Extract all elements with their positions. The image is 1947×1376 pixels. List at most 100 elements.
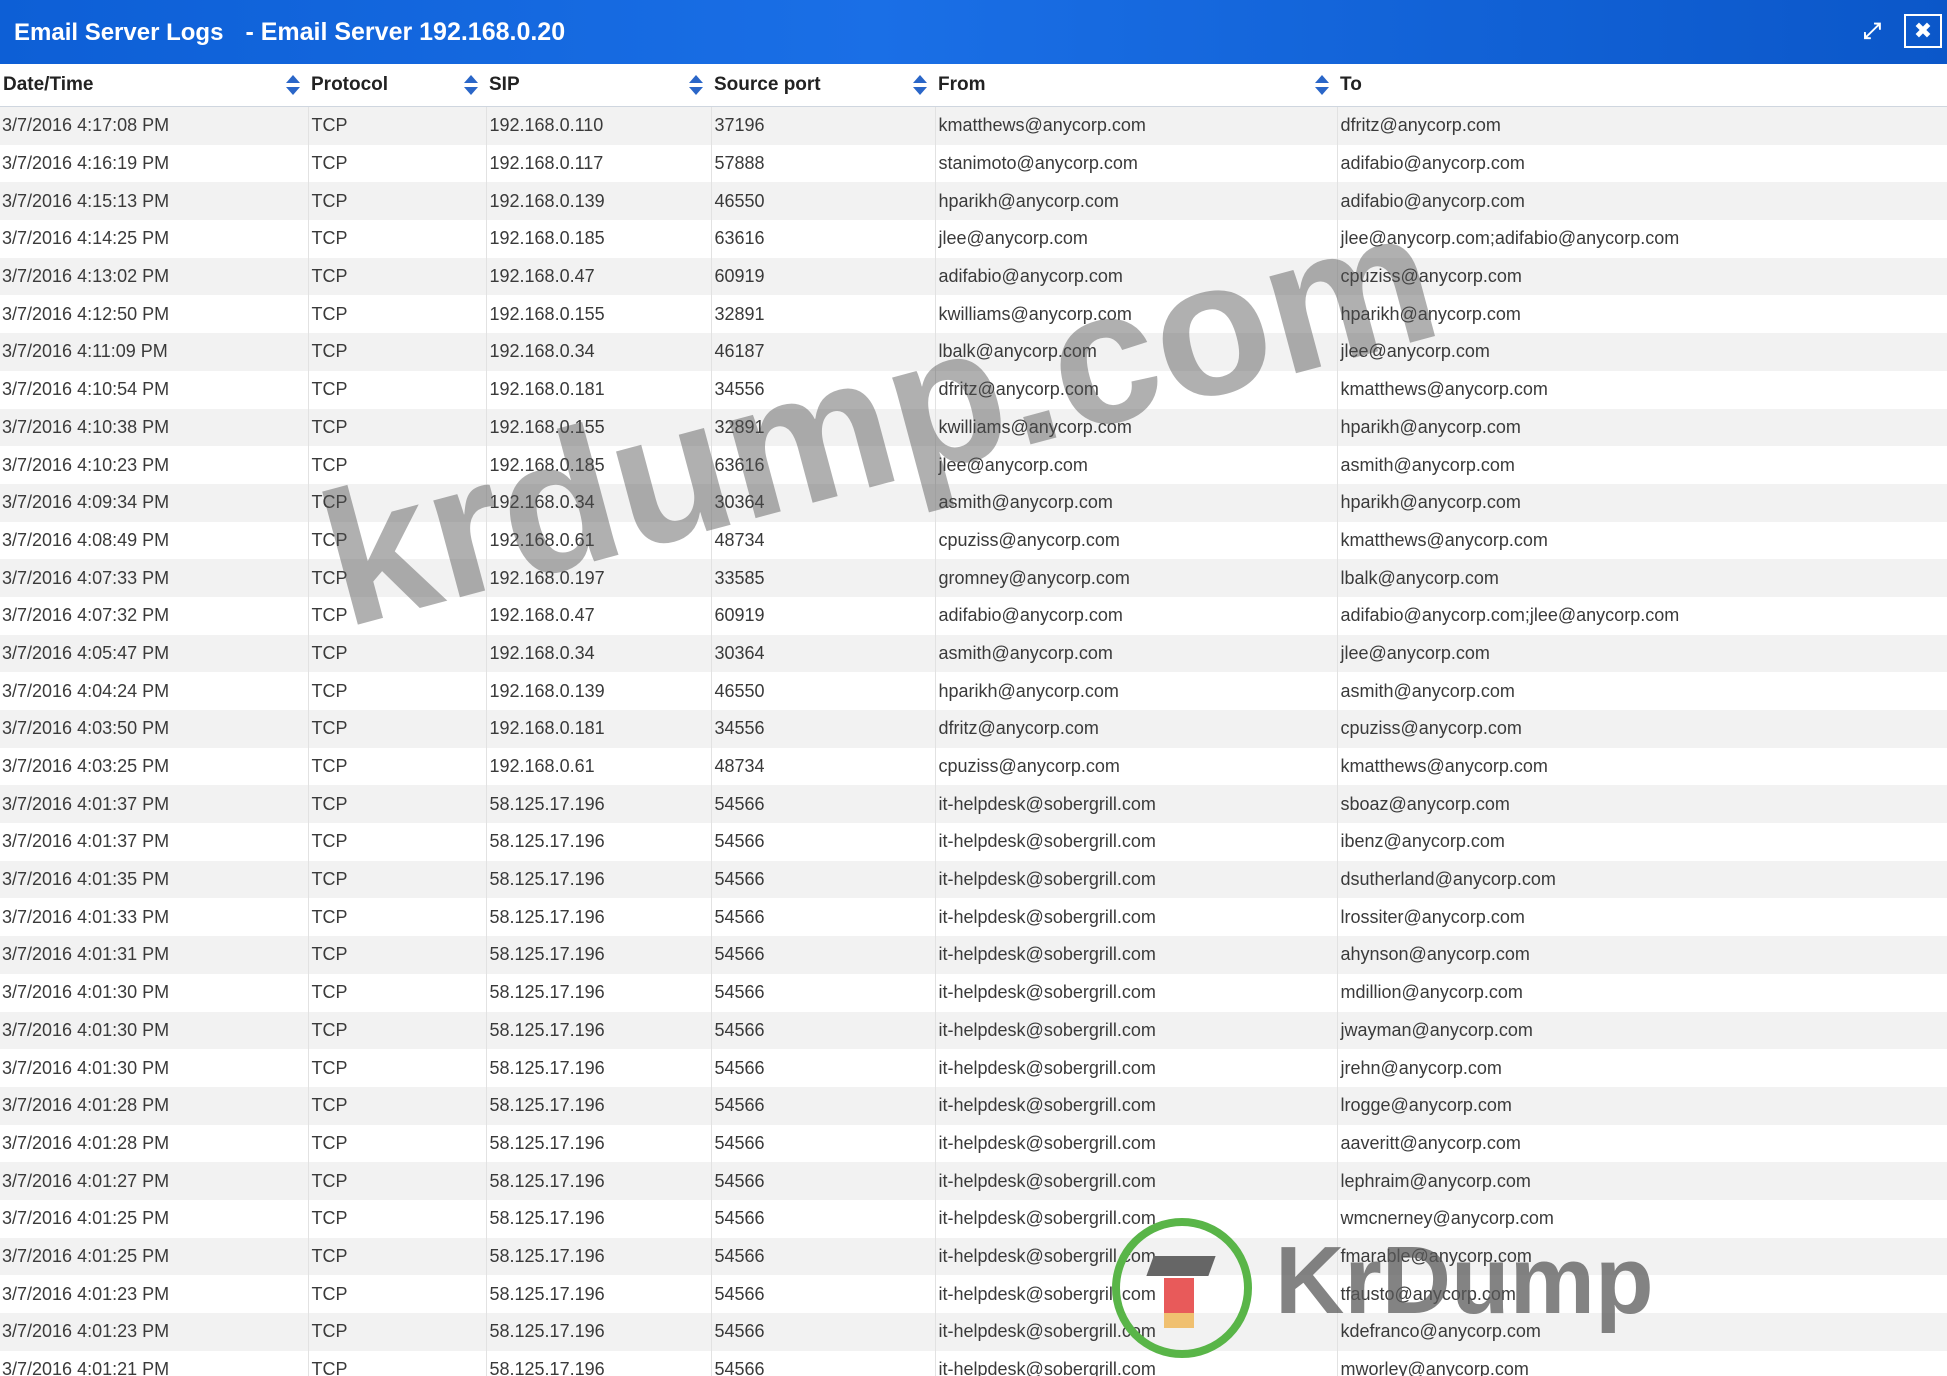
cell-datetime: 3/7/2016 4:05:47 PM bbox=[0, 634, 309, 673]
cell-protocol: TCP bbox=[308, 521, 487, 560]
cell-sip: 192.168.0.34 bbox=[486, 634, 712, 673]
table-row[interactable]: 3/7/2016 4:17:08 PM TCP 192.168.0.110 37196… bbox=[0, 106, 1947, 145]
sort-icon[interactable] bbox=[464, 75, 478, 95]
cell-to: lbalk@anycorp.com bbox=[1337, 559, 1947, 597]
cell-protocol: TCP bbox=[308, 1124, 487, 1163]
cell-datetime: 3/7/2016 4:10:54 PM bbox=[0, 370, 309, 409]
cell-datetime: 3/7/2016 4:12:50 PM bbox=[0, 295, 309, 334]
cell-datetime: 3/7/2016 4:04:24 PM bbox=[0, 672, 309, 710]
table-row[interactable]: 3/7/2016 4:01:27 PM TCP 58.125.17.196 54566… bbox=[0, 1162, 1947, 1200]
cell-to: lrossiter@anycorp.com bbox=[1337, 898, 1947, 937]
table-row[interactable]: 3/7/2016 4:01:37 PM TCP 58.125.17.196 54566… bbox=[0, 823, 1947, 861]
restore-button[interactable]: ⤢ bbox=[1853, 14, 1891, 48]
sort-icon[interactable] bbox=[286, 75, 300, 95]
table-row[interactable]: 3/7/2016 4:16:19 PM TCP 192.168.0.117 57888… bbox=[0, 144, 1947, 183]
table-row[interactable]: 3/7/2016 4:01:37 PM TCP 58.125.17.196 54566… bbox=[0, 785, 1947, 824]
cell-to: jrehn@anycorp.com bbox=[1337, 1049, 1947, 1087]
table-row[interactable]: 3/7/2016 4:09:34 PM TCP 192.168.0.34 30364 a… bbox=[0, 483, 1947, 522]
cell-source-port: 30364 bbox=[711, 634, 936, 673]
table-row[interactable]: 3/7/2016 4:10:38 PM TCP 192.168.0.155 32891… bbox=[0, 408, 1947, 447]
cell-sip: 192.168.0.47 bbox=[486, 257, 712, 296]
table-row[interactable]: 3/7/2016 4:01:23 PM TCP 58.125.17.196 54566… bbox=[0, 1313, 1947, 1351]
table-row[interactable]: 3/7/2016 4:01:33 PM TCP 58.125.17.196 54566… bbox=[0, 898, 1947, 937]
close-button[interactable]: ✖ bbox=[1904, 14, 1942, 48]
cell-from: it-helpdesk@sobergrill.com bbox=[935, 1237, 1338, 1276]
cell-from: kwilliams@anycorp.com bbox=[935, 408, 1338, 447]
cell-datetime: 3/7/2016 4:01:27 PM bbox=[0, 1162, 309, 1200]
cell-protocol: TCP bbox=[308, 1199, 487, 1238]
cell-from: it-helpdesk@sobergrill.com bbox=[935, 1313, 1338, 1351]
cell-to: kmatthews@anycorp.com bbox=[1337, 370, 1947, 409]
table-row[interactable]: 3/7/2016 4:01:23 PM TCP 58.125.17.196 54566… bbox=[0, 1275, 1947, 1313]
cell-to: aaveritt@anycorp.com bbox=[1337, 1124, 1947, 1163]
column-header-protocol[interactable]: Protocol bbox=[308, 64, 486, 107]
table-row[interactable]: 3/7/2016 4:10:54 PM TCP 192.168.0.181 34556… bbox=[0, 370, 1947, 409]
cell-datetime: 3/7/2016 4:01:23 PM bbox=[0, 1275, 309, 1313]
table-row[interactable]: 3/7/2016 4:08:49 PM TCP 192.168.0.61 48734 c… bbox=[0, 521, 1947, 560]
table-row[interactable]: 3/7/2016 4:11:09 PM TCP 192.168.0.34 46187 l… bbox=[0, 333, 1947, 371]
table-row[interactable]: 3/7/2016 4:03:25 PM TCP 192.168.0.61 48734 c… bbox=[0, 747, 1947, 786]
cell-protocol: TCP bbox=[308, 1237, 487, 1276]
cell-to: jlee@anycorp.com bbox=[1337, 333, 1947, 371]
cell-source-port: 54566 bbox=[711, 898, 936, 937]
table-row[interactable]: 3/7/2016 4:01:35 PM TCP 58.125.17.196 54566… bbox=[0, 860, 1947, 899]
table-row[interactable]: 3/7/2016 4:01:28 PM TCP 58.125.17.196 54566… bbox=[0, 1086, 1947, 1125]
log-table-body: 3/7/2016 4:17:08 PM TCP 192.168.0.110 37196… bbox=[0, 106, 1947, 1376]
cell-sip: 58.125.17.196 bbox=[486, 1011, 712, 1050]
sort-icon[interactable] bbox=[913, 75, 927, 95]
column-header-source-port[interactable]: Source port bbox=[711, 64, 935, 107]
cell-sip: 58.125.17.196 bbox=[486, 1199, 712, 1238]
table-row[interactable]: 3/7/2016 4:15:13 PM TCP 192.168.0.139 46550… bbox=[0, 182, 1947, 221]
table-row[interactable]: 3/7/2016 4:07:33 PM TCP 192.168.0.197 33585… bbox=[0, 559, 1947, 597]
cell-to: ahynson@anycorp.com bbox=[1337, 936, 1947, 974]
cell-sip: 58.125.17.196 bbox=[486, 1124, 712, 1163]
column-header-from[interactable]: From bbox=[935, 64, 1337, 107]
column-header-sip[interactable]: SIP bbox=[486, 64, 711, 107]
table-row[interactable]: 3/7/2016 4:01:21 PM TCP 58.125.17.196 54566… bbox=[0, 1350, 1947, 1376]
cell-source-port: 57888 bbox=[711, 144, 936, 183]
cell-from: jlee@anycorp.com bbox=[935, 446, 1338, 484]
column-header-to[interactable]: To bbox=[1337, 64, 1947, 107]
cell-protocol: TCP bbox=[308, 370, 487, 409]
window-title-bar: Email Server Logs - Email Server 192.168.… bbox=[0, 0, 1947, 64]
cell-to: cpuziss@anycorp.com bbox=[1337, 257, 1947, 296]
cell-from: hparikh@anycorp.com bbox=[935, 672, 1338, 710]
table-row[interactable]: 3/7/2016 4:13:02 PM TCP 192.168.0.47 60919 a… bbox=[0, 257, 1947, 296]
cell-sip: 58.125.17.196 bbox=[486, 1275, 712, 1313]
cell-to: dsutherland@anycorp.com bbox=[1337, 860, 1947, 899]
cell-from: hparikh@anycorp.com bbox=[935, 182, 1338, 221]
cell-sip: 58.125.17.196 bbox=[486, 823, 712, 861]
table-row[interactable]: 3/7/2016 4:01:31 PM TCP 58.125.17.196 54566… bbox=[0, 936, 1947, 974]
sort-icon[interactable] bbox=[689, 75, 703, 95]
table-row[interactable]: 3/7/2016 4:01:30 PM TCP 58.125.17.196 54566… bbox=[0, 1049, 1947, 1087]
sort-icon[interactable] bbox=[1315, 75, 1329, 95]
cell-source-port: 32891 bbox=[711, 408, 936, 447]
column-header-label: From bbox=[938, 74, 986, 95]
table-row[interactable]: 3/7/2016 4:03:50 PM TCP 192.168.0.181 34556… bbox=[0, 710, 1947, 748]
column-header-datetime[interactable]: Date/Time bbox=[0, 64, 308, 107]
log-grid[interactable]: Date/Time Protocol SIP Source port From … bbox=[0, 64, 1947, 1376]
table-row[interactable]: 3/7/2016 4:12:50 PM TCP 192.168.0.155 32891… bbox=[0, 295, 1947, 334]
table-row[interactable]: 3/7/2016 4:01:25 PM TCP 58.125.17.196 54566… bbox=[0, 1199, 1947, 1238]
table-row[interactable]: 3/7/2016 4:01:25 PM TCP 58.125.17.196 54566… bbox=[0, 1237, 1947, 1276]
cell-datetime: 3/7/2016 4:09:34 PM bbox=[0, 483, 309, 522]
cell-from: it-helpdesk@sobergrill.com bbox=[935, 1275, 1338, 1313]
table-row[interactable]: 3/7/2016 4:01:28 PM TCP 58.125.17.196 54566… bbox=[0, 1124, 1947, 1163]
cell-sip: 192.168.0.61 bbox=[486, 747, 712, 786]
table-row[interactable]: 3/7/2016 4:04:24 PM TCP 192.168.0.139 46550… bbox=[0, 672, 1947, 710]
cell-to: adifabio@anycorp.com;jlee@anycorp.com bbox=[1337, 596, 1947, 635]
cell-protocol: TCP bbox=[308, 408, 487, 447]
cell-protocol: TCP bbox=[308, 672, 487, 710]
table-row[interactable]: 3/7/2016 4:01:30 PM TCP 58.125.17.196 54566… bbox=[0, 1011, 1947, 1050]
table-row[interactable]: 3/7/2016 4:05:47 PM TCP 192.168.0.34 30364 a… bbox=[0, 634, 1947, 673]
table-row[interactable]: 3/7/2016 4:14:25 PM TCP 192.168.0.185 63616… bbox=[0, 220, 1947, 258]
column-header-label: Date/Time bbox=[3, 74, 94, 95]
window-title-text: Email Server Logs bbox=[14, 19, 224, 46]
cell-source-port: 34556 bbox=[711, 370, 936, 409]
cell-protocol: TCP bbox=[308, 785, 487, 824]
table-row[interactable]: 3/7/2016 4:07:32 PM TCP 192.168.0.47 60919 a… bbox=[0, 596, 1947, 635]
cell-datetime: 3/7/2016 4:15:13 PM bbox=[0, 182, 309, 221]
cell-protocol: TCP bbox=[308, 860, 487, 899]
table-row[interactable]: 3/7/2016 4:10:23 PM TCP 192.168.0.185 63616… bbox=[0, 446, 1947, 484]
table-row[interactable]: 3/7/2016 4:01:30 PM TCP 58.125.17.196 54566… bbox=[0, 973, 1947, 1012]
